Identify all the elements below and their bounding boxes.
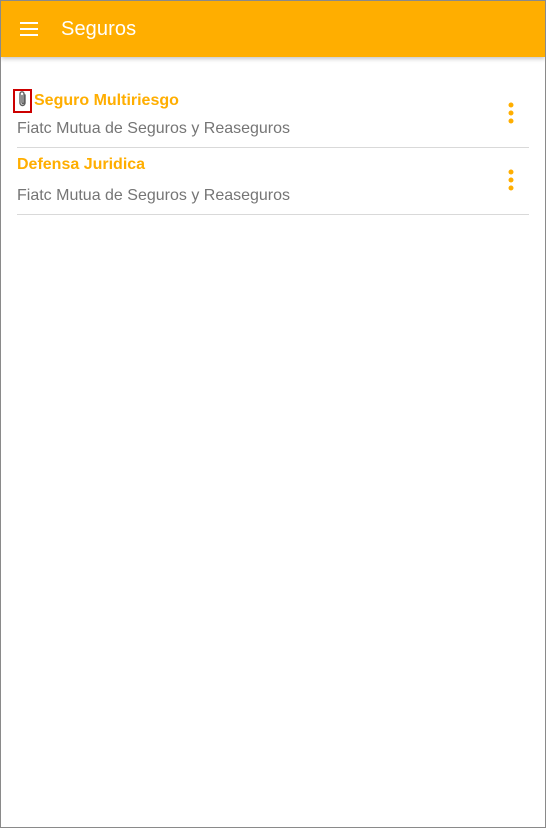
attachment-button[interactable] <box>13 89 32 113</box>
more-options-button[interactable] <box>499 101 523 129</box>
more-vert-icon <box>508 169 514 196</box>
list-item[interactable]: Seguro Multiriesgo Fiatc Mutua de Seguro… <box>13 81 529 148</box>
page-title: Seguros <box>61 17 137 40</box>
list-item-title: Defensa Juridica <box>17 156 146 173</box>
list-item-title-row: Defensa Juridica <box>17 156 145 174</box>
list-item-title-row: Seguro Multiriesgo <box>13 89 179 113</box>
menu-button[interactable] <box>1 1 57 57</box>
list-item-subtitle: Fiatc Mutua de Seguros y Reaseguros <box>17 120 291 137</box>
list-item-title: Seguro Multiriesgo <box>34 92 179 109</box>
menu-icon <box>20 22 38 36</box>
more-options-button[interactable] <box>499 168 523 196</box>
paperclip-icon <box>17 90 28 113</box>
policy-list: Seguro Multiriesgo Fiatc Mutua de Seguro… <box>13 81 529 215</box>
list-item[interactable]: Defensa Juridica Fiatc Mutua de Seguros … <box>17 148 529 215</box>
app-bar: Seguros <box>1 1 545 57</box>
app-window: Seguros Seguro Multiriesgo Fiatc Mutua d… <box>0 0 546 828</box>
list-item-subtitle: Fiatc Mutua de Seguros y Reaseguros <box>17 187 291 204</box>
more-vert-icon <box>508 102 514 129</box>
